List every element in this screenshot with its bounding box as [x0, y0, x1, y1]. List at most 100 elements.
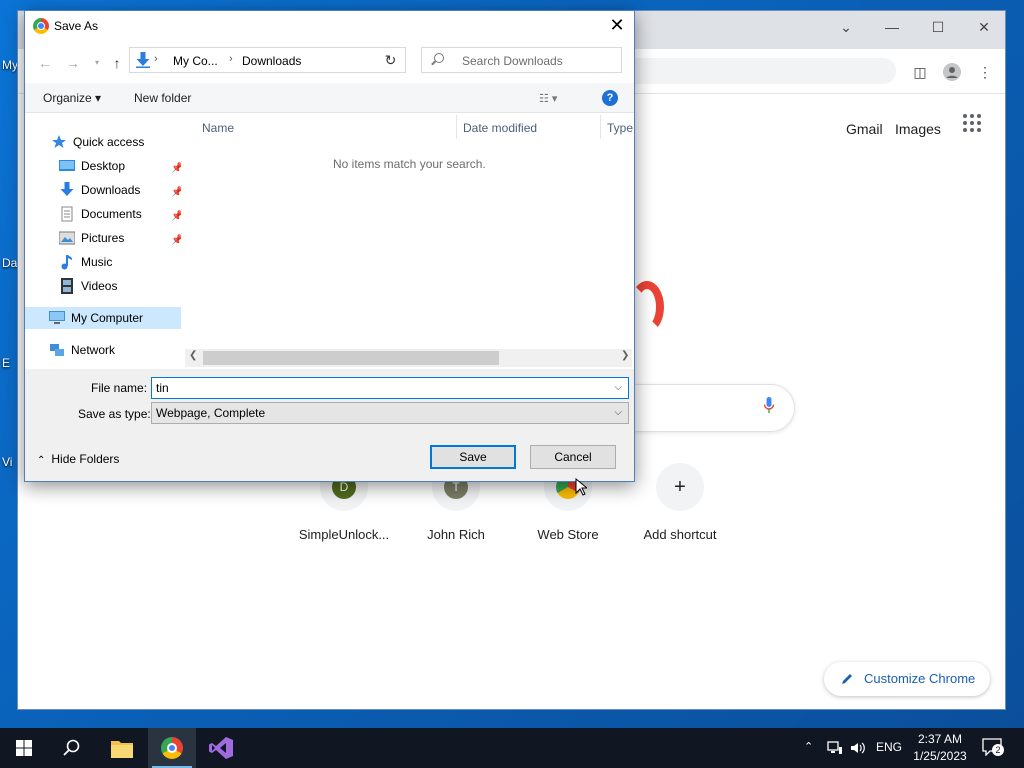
minimize-button[interactable]: — — [882, 19, 902, 35]
nav-pictures[interactable]: Pictures 📌 — [59, 227, 183, 249]
tab-search-icon[interactable]: ⌄ — [836, 19, 856, 36]
breadcrumb-separator-icon: › — [229, 53, 233, 65]
pictures-icon — [59, 231, 75, 245]
pencil-icon — [842, 674, 852, 684]
hide-folders-toggle[interactable]: ⌃ Hide Folders — [37, 452, 119, 466]
column-divider[interactable] — [456, 115, 457, 139]
close-button[interactable]: ✕ — [974, 19, 994, 36]
scroll-right-icon[interactable]: ❯ — [621, 350, 629, 361]
search-box[interactable]: Search Downloads — [421, 47, 622, 73]
refresh-button[interactable]: ↻ — [376, 47, 406, 73]
chrome-logo-icon — [33, 18, 49, 34]
back-arrow-icon[interactable]: ← — [37, 55, 53, 71]
desktop-icon-label[interactable]: E — [2, 356, 10, 370]
documents-icon — [61, 206, 73, 222]
maximize-button[interactable]: ☐ — [928, 19, 948, 36]
kebab-menu-icon[interactable]: ⋮ — [976, 63, 994, 81]
close-icon[interactable]: ✕ — [608, 16, 626, 34]
cancel-button[interactable]: Cancel — [530, 445, 616, 469]
customize-label: Customize Chrome — [864, 671, 976, 686]
nav-downloads[interactable]: Downloads 📌 — [59, 179, 183, 201]
chrome-taskbar-button[interactable] — [148, 728, 196, 768]
images-link[interactable]: Images — [895, 121, 941, 137]
add-shortcut-tile[interactable]: + Add shortcut — [630, 463, 730, 542]
nav-label: Videos — [81, 279, 118, 293]
google-logo-fragment — [630, 281, 664, 333]
organize-button[interactable]: Organize ▾ — [43, 91, 101, 105]
hide-folders-label: Hide Folders — [51, 452, 120, 466]
file-explorer-taskbar-button[interactable] — [98, 728, 146, 768]
visual-studio-taskbar-button[interactable] — [196, 728, 244, 768]
file-list: Name Date modified Type No items match y… — [181, 113, 634, 369]
nav-label: Quick access — [73, 135, 145, 149]
scroll-left-icon[interactable]: ❮ — [189, 350, 197, 361]
search-button[interactable] — [48, 728, 96, 768]
view-options-icon[interactable]: ☷ ▾ — [539, 92, 569, 105]
shortcut-label: Web Store — [537, 527, 599, 542]
nav-desktop[interactable]: Desktop 📌 — [59, 155, 183, 177]
save-type-select[interactable]: Webpage, Complete ⌵ — [151, 402, 629, 424]
save-type-value: Webpage, Complete — [156, 406, 266, 420]
breadcrumb-item[interactable]: Downloads — [242, 54, 301, 68]
profile-avatar[interactable] — [943, 63, 961, 81]
dialog-titlebar: Save As ✕ — [25, 11, 634, 41]
breadcrumb-item[interactable]: My Co... — [173, 54, 218, 68]
chevron-up-icon: ⌃ — [37, 455, 46, 466]
column-header-name[interactable]: Name — [202, 121, 234, 135]
network-status-icon[interactable] — [827, 740, 843, 756]
address-bar[interactable] — [618, 58, 896, 84]
taskbar-clock[interactable]: 2:37 AM 1/25/2023 — [908, 731, 972, 765]
desktop-icon-label[interactable]: Vi — [2, 455, 12, 469]
plus-icon: + — [674, 476, 686, 498]
help-icon[interactable]: ? — [602, 90, 618, 106]
nav-label: Pictures — [81, 231, 125, 245]
google-apps-icon[interactable] — [963, 114, 981, 132]
breadcrumb-separator-icon: › — [154, 53, 158, 65]
save-button[interactable]: Save — [430, 445, 516, 469]
volume-icon[interactable] — [850, 740, 866, 756]
recent-locations-chevron-icon[interactable]: ▾ — [89, 55, 105, 71]
new-folder-button[interactable]: New folder — [134, 91, 191, 105]
up-arrow-icon[interactable]: ↑ — [109, 55, 125, 71]
show-hidden-icons-icon[interactable]: ⌃ — [804, 740, 813, 753]
nav-label: Music — [81, 255, 113, 269]
action-center-button[interactable]: 2 — [982, 738, 1006, 758]
input-language[interactable]: ENG — [876, 740, 902, 754]
chevron-down-icon[interactable]: ⌵ — [614, 403, 622, 423]
side-panel-icon[interactable]: ◫ — [911, 63, 929, 81]
nav-documents[interactable]: Documents 📌 — [59, 203, 183, 225]
column-header-date[interactable]: Date modified — [463, 121, 537, 135]
mouse-pointer-icon — [575, 478, 587, 496]
chrome-icon — [161, 737, 183, 759]
column-header-type[interactable]: Type — [607, 121, 633, 135]
forward-arrow-icon[interactable]: → — [65, 55, 81, 71]
navigation-bar: ← → ▾ ↑ › My Co... › Downloads ⌵ ↻ Searc… — [25, 41, 634, 83]
search-icon — [63, 739, 80, 756]
address-breadcrumb[interactable]: › My Co... › Downloads ⌵ — [129, 47, 400, 73]
gmail-link[interactable]: Gmail — [846, 121, 883, 137]
shortcut-label: Add shortcut — [643, 527, 717, 542]
microphone-icon[interactable] — [764, 397, 774, 413]
desktop-icon-label[interactable]: My — [2, 58, 18, 72]
clock-time: 2:37 AM — [917, 732, 963, 746]
scrollbar-thumb[interactable] — [203, 351, 499, 365]
horizontal-scrollbar[interactable]: ❮ ❯ — [185, 349, 632, 367]
file-name-label: File name: — [91, 381, 148, 395]
customize-chrome-button[interactable]: Customize Chrome — [824, 662, 990, 696]
file-name-input[interactable]: tin ⌵ — [151, 377, 629, 399]
chevron-down-icon[interactable]: ⌵ — [614, 378, 622, 398]
column-divider[interactable] — [600, 115, 601, 139]
nav-label: Desktop — [81, 159, 126, 173]
download-icon — [136, 52, 150, 68]
desktop-icon-label[interactable]: Da — [2, 256, 17, 270]
windows-logo-icon — [16, 740, 32, 756]
visual-studio-icon — [209, 737, 233, 759]
music-icon — [61, 255, 72, 270]
network-icon — [50, 344, 64, 356]
nav-label: Downloads — [81, 183, 141, 197]
start-button[interactable] — [0, 728, 48, 768]
search-placeholder: Search Downloads — [462, 54, 563, 68]
nav-label: My Computer — [71, 311, 144, 325]
shortcut-label: John Rich — [427, 527, 485, 542]
star-icon — [52, 135, 66, 148]
